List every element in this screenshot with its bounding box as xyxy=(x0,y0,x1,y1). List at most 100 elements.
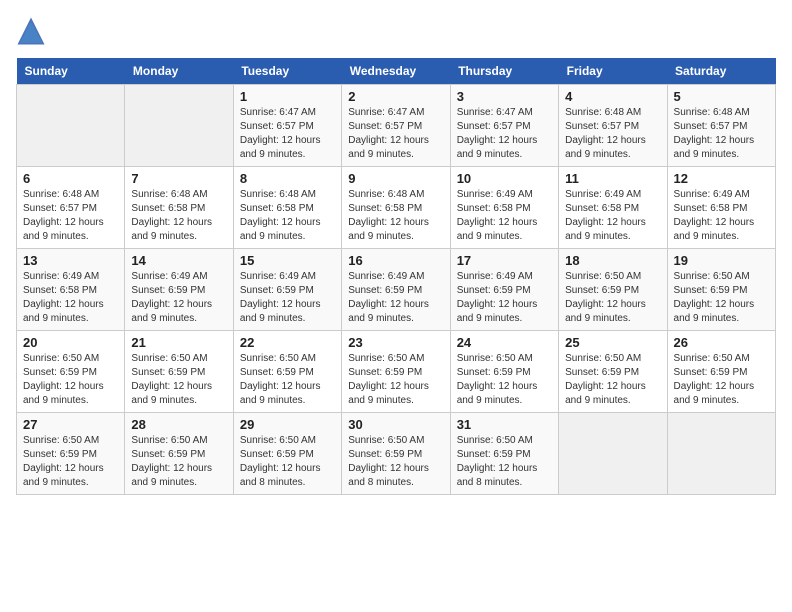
column-header-saturday: Saturday xyxy=(667,58,775,85)
day-number: 8 xyxy=(240,171,335,186)
day-number: 11 xyxy=(565,171,660,186)
calendar-header-row: SundayMondayTuesdayWednesdayThursdayFrid… xyxy=(17,58,776,85)
day-info: Sunrise: 6:50 AM Sunset: 6:59 PM Dayligh… xyxy=(674,352,769,408)
calendar-cell: 14Sunrise: 6:49 AM Sunset: 6:59 PM Dayli… xyxy=(125,249,233,331)
calendar-cell: 24 Sunrise: 6:50 AM Sunset: 6:59 PM Dayli… xyxy=(450,331,558,413)
day-info: Sunrise: 6:49 AM Sunset: 6:58 PM Dayligh… xyxy=(23,270,118,326)
day-info: Sunrise: 6:50 AM Sunset: 6:59 PM Dayligh… xyxy=(240,352,335,408)
column-header-monday: Monday xyxy=(125,58,233,85)
calendar-cell: 12 Sunrise: 6:49 AM Sunset: 6:58 PM Dayli… xyxy=(667,167,775,249)
day-info: Sunrise: 6:48 AM Sunset: 6:58 PM Dayligh… xyxy=(131,188,226,244)
calendar-cell: 10 Sunrise: 6:49 AM Sunset: 6:58 PM Dayli… xyxy=(450,167,558,249)
calendar-cell: 6 Sunrise: 6:48 AM Sunset: 6:57 PM Daylig… xyxy=(17,167,125,249)
day-number: 23 xyxy=(348,335,443,350)
day-number: 29 xyxy=(240,417,335,432)
day-info: Sunrise: 6:50 AM Sunset: 6:59 PM Dayligh… xyxy=(131,352,226,408)
calendar-cell: 27 Sunrise: 6:50 AM Sunset: 6:59 PM Dayli… xyxy=(17,413,125,495)
day-info: Sunrise: 6:50 AM Sunset: 6:59 PM Dayligh… xyxy=(348,434,443,490)
day-info: Sunrise: 6:50 AM Sunset: 6:59 PM Dayligh… xyxy=(131,434,226,490)
calendar-cell: 28 Sunrise: 6:50 AM Sunset: 6:59 PM Dayli… xyxy=(125,413,233,495)
calendar-cell: 17 Sunrise: 6:49 AM Sunset: 6:59 PM Dayli… xyxy=(450,249,558,331)
day-number: 2 xyxy=(348,89,443,104)
day-info: Sunrise: 6:48 AM Sunset: 6:57 PM Dayligh… xyxy=(23,188,118,244)
day-info: Sunrise: 6:49 AM Sunset: 6:59 PM Dayligh… xyxy=(348,270,443,326)
calendar-cell: 18Sunrise: 6:50 AM Sunset: 6:59 PM Dayli… xyxy=(559,249,667,331)
day-info: Sunrise: 6:49 AM Sunset: 6:58 PM Dayligh… xyxy=(674,188,769,244)
day-number: 24 xyxy=(457,335,552,350)
calendar-cell: 16 Sunrise: 6:49 AM Sunset: 6:59 PM Dayli… xyxy=(342,249,450,331)
calendar-cell xyxy=(17,85,125,167)
calendar-cell: 2Sunrise: 6:47 AM Sunset: 6:57 PM Daylig… xyxy=(342,85,450,167)
calendar-week-3: 13 Sunrise: 6:49 AM Sunset: 6:58 PM Dayli… xyxy=(17,249,776,331)
day-number: 17 xyxy=(457,253,552,268)
day-info: Sunrise: 6:50 AM Sunset: 6:59 PM Dayligh… xyxy=(240,434,335,490)
day-info: Sunrise: 6:49 AM Sunset: 6:59 PM Dayligh… xyxy=(240,270,335,326)
logo xyxy=(16,16,50,46)
column-header-wednesday: Wednesday xyxy=(342,58,450,85)
day-number: 6 xyxy=(23,171,118,186)
calendar-cell: 1Sunrise: 6:47 AM Sunset: 6:57 PM Daylig… xyxy=(233,85,341,167)
calendar-cell: 4Sunrise: 6:48 AM Sunset: 6:57 PM Daylig… xyxy=(559,85,667,167)
calendar-week-2: 6 Sunrise: 6:48 AM Sunset: 6:57 PM Daylig… xyxy=(17,167,776,249)
column-header-friday: Friday xyxy=(559,58,667,85)
calendar-cell: 23Sunrise: 6:50 AM Sunset: 6:59 PM Dayli… xyxy=(342,331,450,413)
calendar-cell: 29 Sunrise: 6:50 AM Sunset: 6:59 PM Dayli… xyxy=(233,413,341,495)
day-number: 30 xyxy=(348,417,443,432)
day-number: 12 xyxy=(674,171,769,186)
calendar-cell: 3Sunrise: 6:47 AM Sunset: 6:57 PM Daylig… xyxy=(450,85,558,167)
calendar-cell: 19 Sunrise: 6:50 AM Sunset: 6:59 PM Dayli… xyxy=(667,249,775,331)
day-number: 28 xyxy=(131,417,226,432)
day-number: 16 xyxy=(348,253,443,268)
day-info: Sunrise: 6:47 AM Sunset: 6:57 PM Dayligh… xyxy=(240,106,335,162)
day-info: Sunrise: 6:48 AM Sunset: 6:57 PM Dayligh… xyxy=(565,106,660,162)
day-number: 13 xyxy=(23,253,118,268)
day-number: 27 xyxy=(23,417,118,432)
calendar-cell: 13 Sunrise: 6:49 AM Sunset: 6:58 PM Dayli… xyxy=(17,249,125,331)
day-info: Sunrise: 6:48 AM Sunset: 6:57 PM Dayligh… xyxy=(674,106,769,162)
calendar-table: SundayMondayTuesdayWednesdayThursdayFrid… xyxy=(16,58,776,495)
day-info: Sunrise: 6:50 AM Sunset: 6:59 PM Dayligh… xyxy=(23,434,118,490)
day-number: 15 xyxy=(240,253,335,268)
day-number: 21 xyxy=(131,335,226,350)
calendar-cell: 30 Sunrise: 6:50 AM Sunset: 6:59 PM Dayli… xyxy=(342,413,450,495)
calendar-cell: 8Sunrise: 6:48 AM Sunset: 6:58 PM Daylig… xyxy=(233,167,341,249)
calendar-cell: 11 Sunrise: 6:49 AM Sunset: 6:58 PM Dayli… xyxy=(559,167,667,249)
page-header xyxy=(16,16,776,46)
logo-icon xyxy=(16,16,46,46)
calendar-cell xyxy=(667,413,775,495)
day-info: Sunrise: 6:49 AM Sunset: 6:58 PM Dayligh… xyxy=(457,188,552,244)
day-info: Sunrise: 6:48 AM Sunset: 6:58 PM Dayligh… xyxy=(348,188,443,244)
day-info: Sunrise: 6:47 AM Sunset: 6:57 PM Dayligh… xyxy=(457,106,552,162)
day-number: 25 xyxy=(565,335,660,350)
day-number: 22 xyxy=(240,335,335,350)
day-info: Sunrise: 6:49 AM Sunset: 6:59 PM Dayligh… xyxy=(457,270,552,326)
calendar-cell: 7 Sunrise: 6:48 AM Sunset: 6:58 PM Daylig… xyxy=(125,167,233,249)
day-info: Sunrise: 6:50 AM Sunset: 6:59 PM Dayligh… xyxy=(23,352,118,408)
day-number: 5 xyxy=(674,89,769,104)
day-info: Sunrise: 6:50 AM Sunset: 6:59 PM Dayligh… xyxy=(565,270,660,326)
calendar-cell: 5 Sunrise: 6:48 AM Sunset: 6:57 PM Daylig… xyxy=(667,85,775,167)
day-number: 31 xyxy=(457,417,552,432)
calendar-cell: 25 Sunrise: 6:50 AM Sunset: 6:59 PM Dayli… xyxy=(559,331,667,413)
day-number: 10 xyxy=(457,171,552,186)
calendar-week-4: 20 Sunrise: 6:50 AM Sunset: 6:59 PM Dayli… xyxy=(17,331,776,413)
calendar-cell: 21 Sunrise: 6:50 AM Sunset: 6:59 PM Dayli… xyxy=(125,331,233,413)
day-info: Sunrise: 6:50 AM Sunset: 6:59 PM Dayligh… xyxy=(457,352,552,408)
day-number: 19 xyxy=(674,253,769,268)
day-number: 26 xyxy=(674,335,769,350)
day-number: 14 xyxy=(131,253,226,268)
calendar-cell: 9 Sunrise: 6:48 AM Sunset: 6:58 PM Daylig… xyxy=(342,167,450,249)
calendar-cell: 22 Sunrise: 6:50 AM Sunset: 6:59 PM Dayli… xyxy=(233,331,341,413)
calendar-cell: 20 Sunrise: 6:50 AM Sunset: 6:59 PM Dayli… xyxy=(17,331,125,413)
day-number: 20 xyxy=(23,335,118,350)
day-info: Sunrise: 6:49 AM Sunset: 6:58 PM Dayligh… xyxy=(565,188,660,244)
calendar-week-5: 27 Sunrise: 6:50 AM Sunset: 6:59 PM Dayli… xyxy=(17,413,776,495)
column-header-tuesday: Tuesday xyxy=(233,58,341,85)
day-info: Sunrise: 6:50 AM Sunset: 6:59 PM Dayligh… xyxy=(674,270,769,326)
calendar-cell: 26 Sunrise: 6:50 AM Sunset: 6:59 PM Dayli… xyxy=(667,331,775,413)
calendar-cell xyxy=(559,413,667,495)
day-number: 9 xyxy=(348,171,443,186)
column-header-sunday: Sunday xyxy=(17,58,125,85)
day-info: Sunrise: 6:50 AM Sunset: 6:59 PM Dayligh… xyxy=(565,352,660,408)
day-number: 7 xyxy=(131,171,226,186)
